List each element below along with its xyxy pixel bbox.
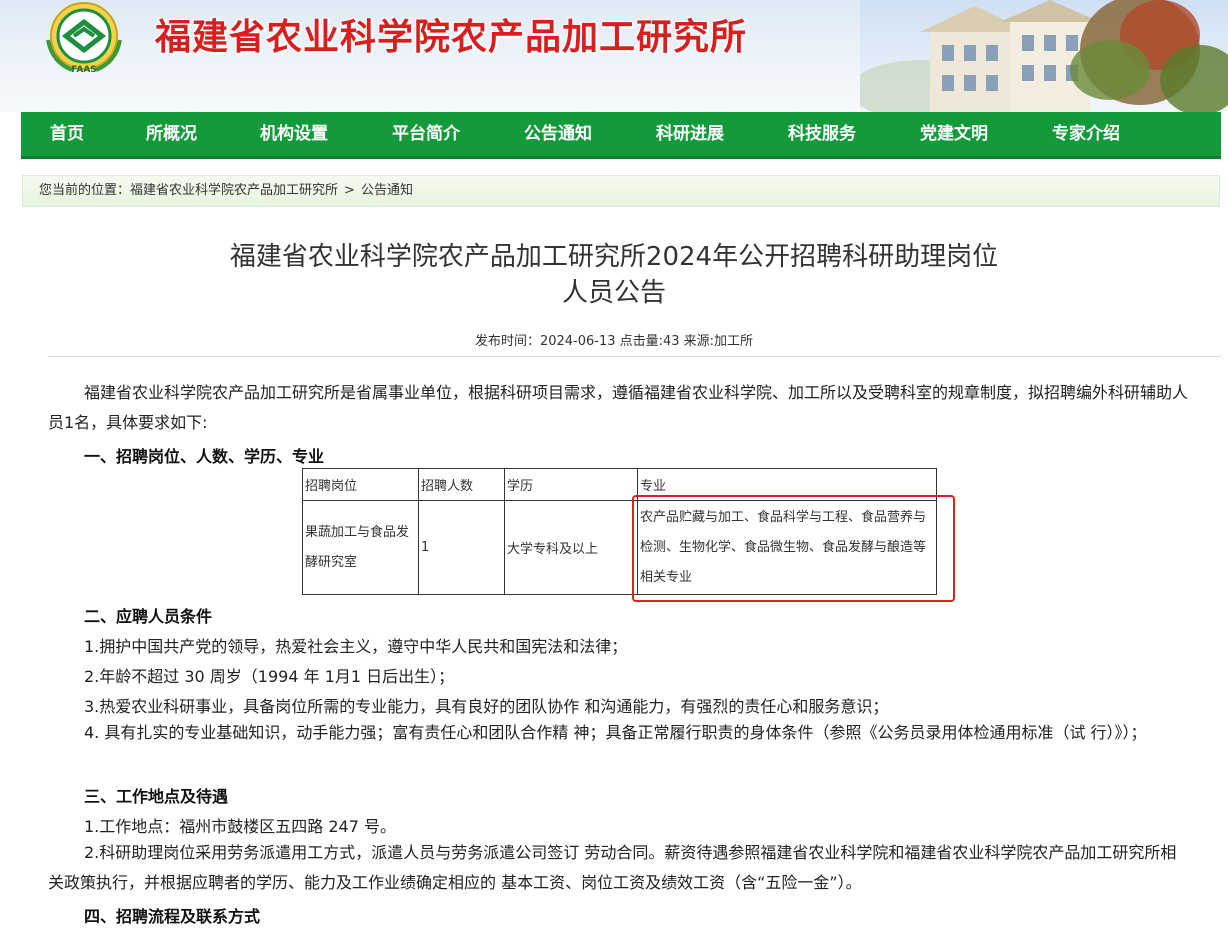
section-heading-location: 三、工作地点及待遇 [84,787,229,806]
article-meta: 发布时间：2024-06-13 点击量:43 来源:加工所 [474,334,754,349]
work-location: 1.工作地点：福州市鼓楼区五四路 247 号。 [84,817,396,836]
table-cell-post: 果蔬加工与食品发酵研究室 [302,500,419,595]
svg-text:FAAS: FAAS [71,65,97,75]
table-header-count: 招聘人数 [418,468,505,501]
section-heading-process: 四、招聘流程及联系方式 [84,907,261,926]
condition-3: 3.热爱农业科研事业，具备岗位所需的专业能力，具有良好的团队协作 和沟通能力，有… [84,697,889,716]
intro-paragraph: 福建省农业科学院农产品加工研究所是省属事业单位，根据科研项目需求，遵循福建省农业… [48,383,1189,432]
article-title-line2: 人员公告 [561,278,666,308]
section-heading-conditions: 二、应聘人员条件 [84,607,213,626]
breadcrumb-prefix: 您当前的位置： [39,183,131,198]
breadcrumb: 您当前的位置：福建省农业科学院农产品加工研究所 > 公告通知 [22,175,1220,207]
breadcrumb-link-notices[interactable]: 公告通知 [361,183,413,198]
nav-item-platform[interactable]: 平台简介 [392,112,460,156]
section-heading-positions: 一、招聘岗位、人数、学历、专业 [84,447,325,466]
condition-4: 4. 具有扎实的专业基础知识，动手能力强；富有责任心和团队合作精 神；具备正常履… [84,723,1147,742]
main-nav: 首页 所概况 机构设置 平台简介 公告通知 科研进展 科技服务 党建文明 专家介… [21,112,1221,159]
nav-item-notices[interactable]: 公告通知 [524,112,592,156]
nav-item-organization[interactable]: 机构设置 [260,112,328,156]
title-divider [48,356,1221,357]
site-header: FAAS 福建省农业科学院农产品加工研究所 [0,0,1228,112]
faas-logo[interactable]: FAAS [38,0,130,76]
nav-item-experts[interactable]: 专家介绍 [1052,112,1120,156]
table-cell-count: 1 [418,500,505,595]
nav-item-home[interactable]: 首页 [50,112,84,156]
site-title: 福建省农业科学院农产品加工研究所 [155,17,748,58]
table-header-post: 招聘岗位 [302,468,419,501]
building-photo [860,0,1228,112]
nav-item-party[interactable]: 党建文明 [920,112,988,156]
breadcrumb-separator: > [344,183,355,198]
article-title-line1: 福建省农业科学院农产品加工研究所2024年公开招聘科研助理岗位 [229,242,999,272]
nav-item-services[interactable]: 科技服务 [788,112,856,156]
table-header-education: 学历 [504,468,638,501]
breadcrumb-link-institute[interactable]: 福建省农业科学院农产品加工研究所 [130,183,338,198]
nav-item-overview[interactable]: 所概况 [146,112,197,156]
table-cell-education: 大学专科及以上 [504,500,638,595]
condition-1: 1.拥护中国共产党的领导，热爱社会主义，遵守中华人民共和国宪法和法律； [84,637,628,656]
condition-2: 2.年龄不超过 30 周岁（1994 年 1月1 日后出生）； [84,667,455,686]
work-salary: 2.科研助理岗位采用劳务派遣用工方式，派遣人员与劳务派遣公司签订 劳动合同。薪资… [48,843,1177,892]
highlight-box [632,495,955,602]
nav-item-research[interactable]: 科研进展 [656,112,724,156]
